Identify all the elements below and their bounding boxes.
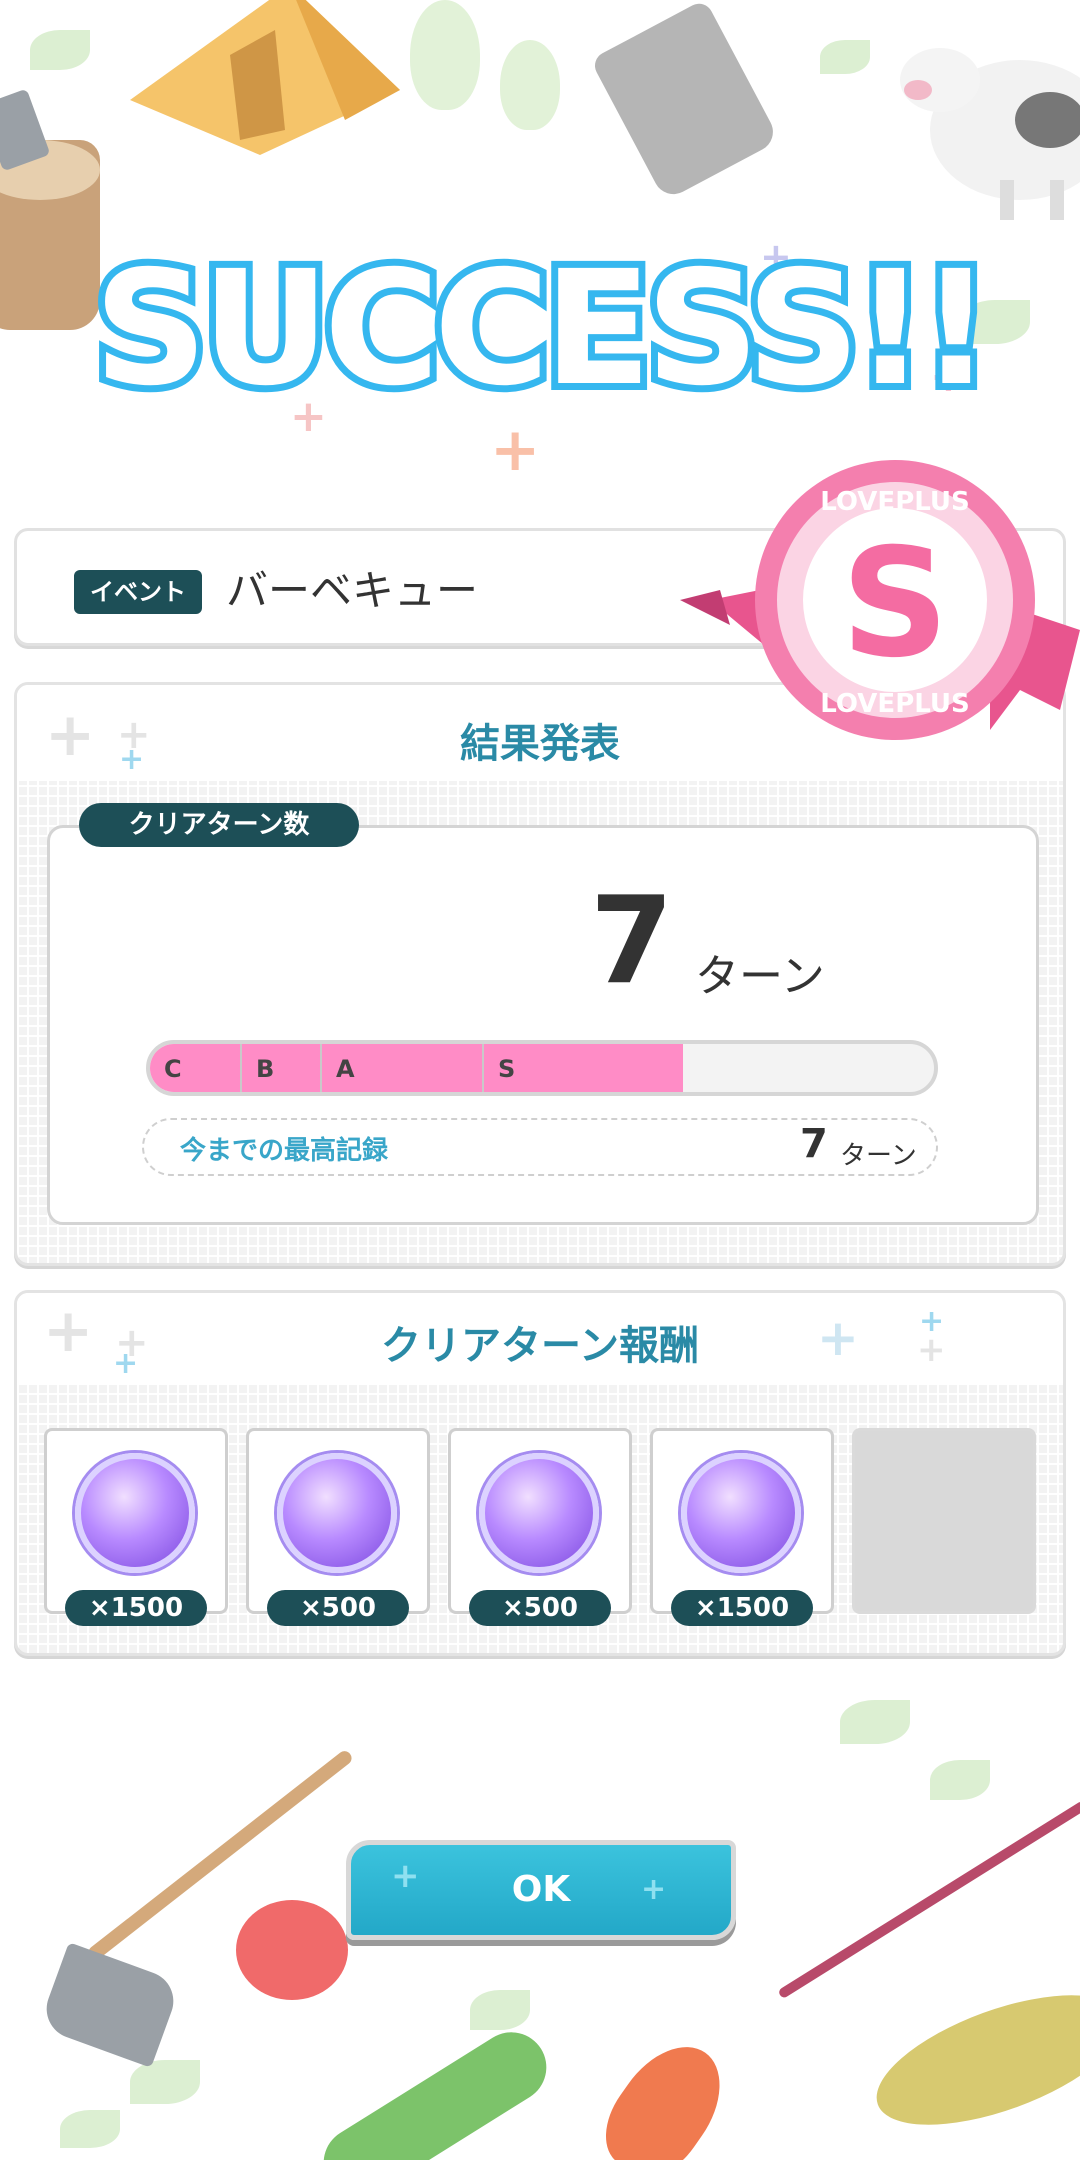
grade-s-segment: S <box>482 1044 682 1092</box>
backpack-icon <box>681 1453 801 1573</box>
event-name: バーベキュー <box>226 566 479 615</box>
reward-count-4: ×1500 <box>671 1590 813 1626</box>
backpack-icon <box>479 1453 599 1573</box>
tree-illustration <box>500 40 560 130</box>
clear-turn-count: 7 <box>590 872 674 1011</box>
grade-a-segment: A <box>320 1044 482 1092</box>
best-record-unit: ターン <box>840 1141 917 1171</box>
best-record-value: 7 <box>800 1121 828 1167</box>
leaf-decoration <box>60 2110 120 2148</box>
badge-ring-text-top: LOVEPLUS <box>820 487 969 517</box>
tent-illustration <box>130 0 400 155</box>
reward-slot-1[interactable] <box>44 1428 228 1614</box>
cucumber-illustration <box>310 2019 560 2160</box>
badge-rank-letter: S <box>841 517 949 691</box>
leaf-decoration <box>820 40 870 74</box>
cow-illustration <box>900 48 1080 220</box>
ok-button-label: OK <box>511 1869 571 1910</box>
leaf-decoration <box>130 2060 200 2104</box>
milk-can-illustration <box>590 0 780 202</box>
grade-c-segment: C <box>164 1055 182 1083</box>
leaf-decoration <box>30 30 90 70</box>
reward-count-1: ×1500 <box>65 1590 207 1626</box>
grade-b-segment: B <box>240 1044 320 1092</box>
tree-illustration <box>410 0 480 110</box>
backpack-icon <box>75 1453 195 1573</box>
tomato-illustration <box>236 1900 348 2000</box>
trowel-illustration <box>587 2026 743 2160</box>
event-tag: イベント <box>74 570 202 614</box>
hoe-illustration <box>38 1942 182 2068</box>
reward-count-2: ×500 <box>267 1590 409 1626</box>
best-record-label: 今までの最高記録 <box>180 1136 389 1166</box>
reward-count-3: ×500 <box>469 1590 611 1626</box>
success-title: SUCCESS!! <box>0 243 1080 415</box>
clear-turn-unit: ターン <box>695 951 825 1002</box>
clear-turn-label: クリアターン数 <box>79 803 359 847</box>
success-title-text: SUCCESS!! <box>87 237 1000 421</box>
rank-progress-bar: C B A S <box>146 1040 938 1096</box>
leaf-decoration <box>840 1700 910 1744</box>
leaf-decoration <box>470 1990 530 2030</box>
fish-illustration <box>860 1968 1080 2152</box>
plus-decoration: + <box>490 415 541 485</box>
s-rank-badge: LOVEPLUS LOVEPLUS S <box>680 460 1080 740</box>
reward-title: クリアターン報酬 <box>381 1323 699 1369</box>
reward-slot-3[interactable] <box>448 1428 632 1614</box>
ok-button[interactable]: + + OK <box>346 1840 736 1940</box>
reward-slot-4[interactable] <box>650 1428 834 1614</box>
reward-slot-empty <box>852 1428 1036 1614</box>
reward-slot-2[interactable] <box>246 1428 430 1614</box>
backpack-icon <box>277 1453 397 1573</box>
fishing-rod-illustration <box>777 1799 1080 2000</box>
leaf-decoration <box>930 1760 990 1800</box>
badge-ring-text-bottom: LOVEPLUS <box>820 689 969 719</box>
